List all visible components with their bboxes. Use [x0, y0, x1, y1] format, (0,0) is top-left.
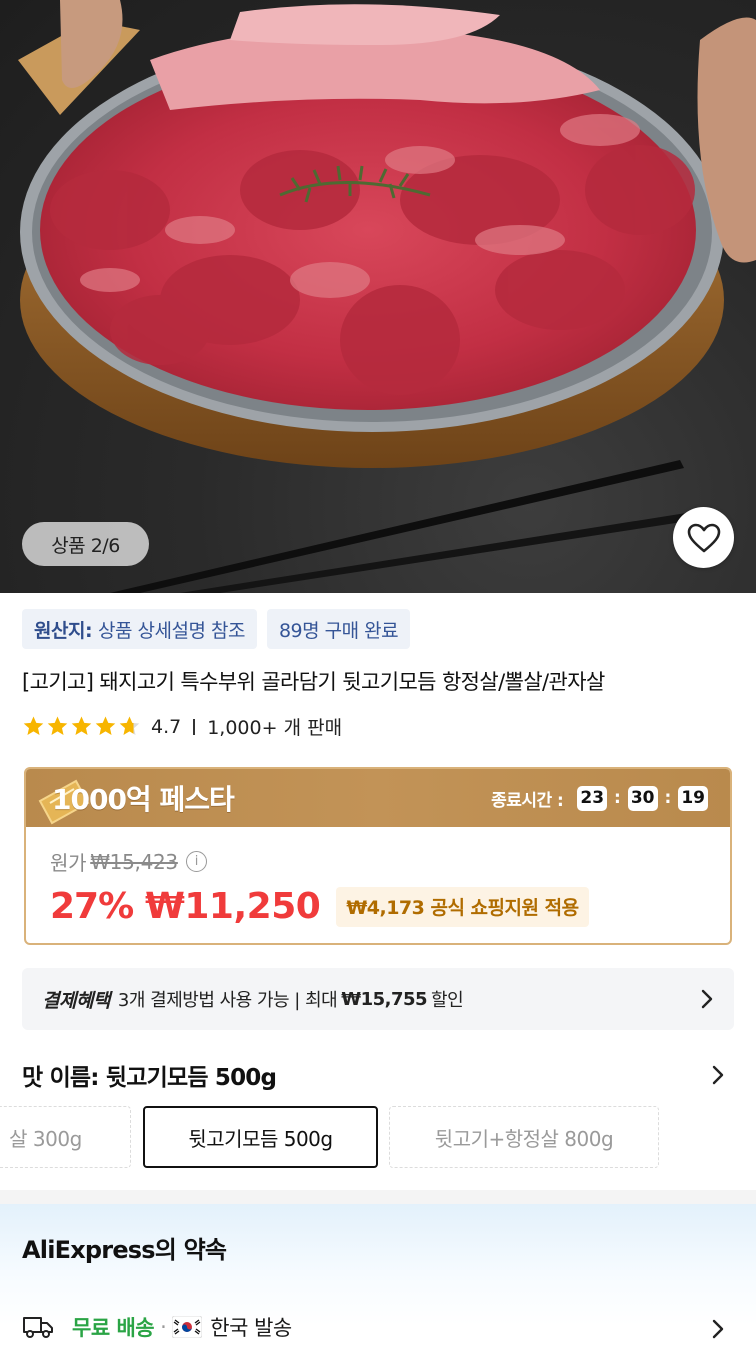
original-price: ₩15,423	[90, 849, 178, 874]
rating-row[interactable]: 4.7 1,000+ 개 판매	[22, 713, 342, 740]
product-chips: 원산지: 상품 상세설명 참조 89명 구매 완료	[22, 609, 411, 649]
star-icon	[23, 716, 44, 736]
promo-body: 원가 ₩15,423 i 27% ₩11,250 ₩4,173 공식 쇼핑지원 …	[26, 827, 730, 927]
chevron-right-icon[interactable]	[711, 1318, 725, 1340]
discount-percent: 27%	[50, 886, 134, 927]
variant-option-selected[interactable]: 뒷고기모듬 500g	[143, 1106, 378, 1168]
purchase-count-chip: 89명 구매 완료	[266, 609, 411, 649]
product-image-gallery[interactable]: 상품 2/6	[0, 0, 756, 593]
timer-label: 종료시간 :	[491, 790, 564, 811]
free-shipping-label: 무료 배송	[72, 1316, 155, 1340]
product-photo	[18, 0, 756, 593]
sold-count: 1,000+ 개 판매	[207, 717, 343, 739]
variant-option[interactable]: 살 300g	[0, 1106, 131, 1168]
divider	[193, 718, 196, 735]
separator-dot: ·	[160, 1315, 167, 1339]
star-icon	[119, 716, 140, 736]
payment-benefit-text: 3개 결제방법 사용 가능 | 최대	[117, 990, 338, 1011]
countdown-timer: 종료시간 : 23 : 30 : 19	[491, 769, 708, 827]
promo-header: 1000억 페스타 종료시간 : 23 : 30 : 19	[26, 769, 730, 827]
promo-card: 1000억 페스타 종료시간 : 23 : 30 : 19 원가 ₩15,423…	[24, 767, 732, 945]
variant-options: 살 300g 뒷고기모듬 500g 뒷고기+항정살 800g	[0, 1106, 756, 1168]
timer-hours: 23	[577, 785, 608, 811]
chevron-right-icon	[701, 989, 713, 1009]
payment-benefit-suffix: 할인	[431, 990, 464, 1011]
image-counter: 상품 2/6	[22, 522, 149, 566]
chevron-right-icon[interactable]	[711, 1064, 725, 1086]
ship-origin: 한국 발송	[210, 1316, 292, 1340]
timer-colon: :	[664, 788, 672, 808]
timer-seconds: 19	[678, 785, 708, 811]
rating-stars	[22, 715, 141, 738]
delivery-truck-icon	[23, 1317, 53, 1338]
timer-minutes: 30	[627, 785, 658, 811]
payment-benefit-bar[interactable]: 결제혜택 3개 결제방법 사용 가능 | 최대 ₩15,755 할인	[22, 968, 734, 1030]
variant-heading: 맛 이름: 뒷고기모듬 500g	[22, 1065, 277, 1091]
origin-label: 원산지:	[34, 619, 93, 642]
heart-outline-icon	[687, 523, 720, 552]
korea-flag-icon	[172, 1316, 203, 1338]
shopping-subsidy-badge: ₩4,173 공식 쇼핑지원 적용	[336, 886, 589, 927]
origin-chip[interactable]: 원산지: 상품 상세설명 참조	[22, 609, 257, 649]
sale-price: ₩11,250	[145, 886, 321, 927]
wishlist-button[interactable]	[673, 507, 734, 568]
section-divider	[0, 1190, 756, 1204]
price-row: 27% ₩11,250 ₩4,173 공식 쇼핑지원 적용	[50, 886, 730, 927]
promise-title: AliExpress의 약속	[22, 1236, 227, 1264]
rating-value: 4.7	[151, 715, 182, 738]
shipping-row[interactable]: 무료 배송 · 한국 발송	[22, 1312, 292, 1342]
product-title: [고기고] 돼지고기 특수부위 골라담기 뒷고기모듬 항정살/뽈살/관자살	[22, 670, 605, 694]
timer-colon: :	[614, 788, 621, 808]
original-price-row: 원가 ₩15,423 i	[50, 847, 730, 876]
purchase-count: 89명 구매 완료	[278, 619, 399, 642]
info-icon[interactable]: i	[185, 851, 207, 872]
star-icon	[95, 716, 116, 736]
promo-name: 1000억 페스타	[52, 783, 235, 816]
original-price-label: 원가	[50, 851, 87, 875]
payment-benefit-amount: ₩15,755	[341, 988, 428, 1010]
variant-option[interactable]: 뒷고기+항정살 800g	[389, 1106, 659, 1168]
payment-benefit-label: 결제혜택	[42, 989, 110, 1012]
star-icon	[47, 716, 68, 736]
origin-value: 상품 상세설명 참조	[98, 619, 245, 642]
star-icon	[71, 716, 92, 736]
